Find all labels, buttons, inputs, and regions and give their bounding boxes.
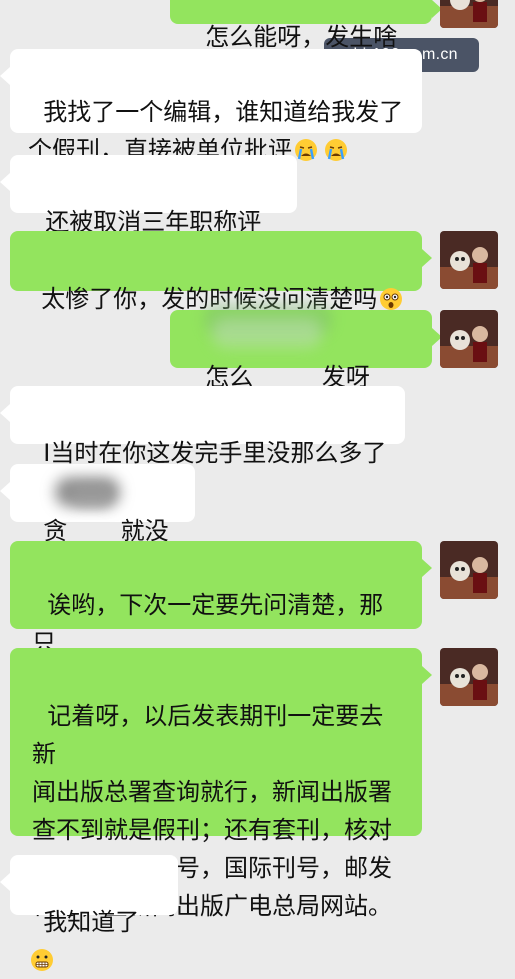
- avatar[interactable]: [440, 231, 498, 289]
- message-bubble-incoming[interactable]: 贪 就没问: [0, 464, 195, 583]
- avatar[interactable]: [440, 310, 498, 368]
- message-bubble-outgoing[interactable]: 太惨了你，发的时候没问清楚吗: [10, 231, 432, 313]
- message-bubble-incoming[interactable]: I当时在你这发完手里没那么多了: [0, 386, 405, 467]
- avatar[interactable]: [440, 648, 498, 706]
- message-text: I当时在你这发完手里没那么多了: [43, 439, 387, 467]
- message-bubble-outgoing[interactable]: 记着呀，以后发表期刊一定要去新 闻出版总署查询就行，新闻出版署 查不到就是假刊；…: [10, 648, 432, 920]
- user-avatar-icon: [440, 0, 498, 28]
- user-avatar-icon: [440, 648, 498, 706]
- message-bubble-outgoing[interactable]: 怎么 发呀: [170, 310, 442, 391]
- message-bubble-incoming[interactable]: 我知道了: [0, 855, 178, 971]
- message-bubble-outgoing[interactable]: 诶哟，下次一定要先问清楚，那只 能等三年了: [10, 541, 432, 695]
- message-bubble-incoming[interactable]: 还被取消三年职称评审: [0, 155, 297, 274]
- user-avatar-icon: [440, 541, 498, 599]
- user-avatar-icon: [440, 310, 498, 368]
- astonished-face-icon: [380, 288, 403, 310]
- message-bubble-outgoing[interactable]: 怎么能呀，发生啥事了: [170, 0, 442, 85]
- avatar[interactable]: [440, 541, 498, 599]
- message-bubble-incoming[interactable]: 我找了一个编辑，谁知道给我发了 个假刊，直接被单位批评: [0, 49, 422, 164]
- crying-face-icon: [325, 139, 347, 161]
- message-text: 我知道了: [43, 908, 140, 936]
- message-text: 太惨了你，发的时候没问清楚吗: [41, 285, 378, 313]
- user-avatar-icon: [440, 231, 498, 289]
- grimacing-face-icon: [31, 949, 53, 971]
- crying-face-icon: [295, 139, 317, 161]
- avatar[interactable]: [440, 0, 498, 28]
